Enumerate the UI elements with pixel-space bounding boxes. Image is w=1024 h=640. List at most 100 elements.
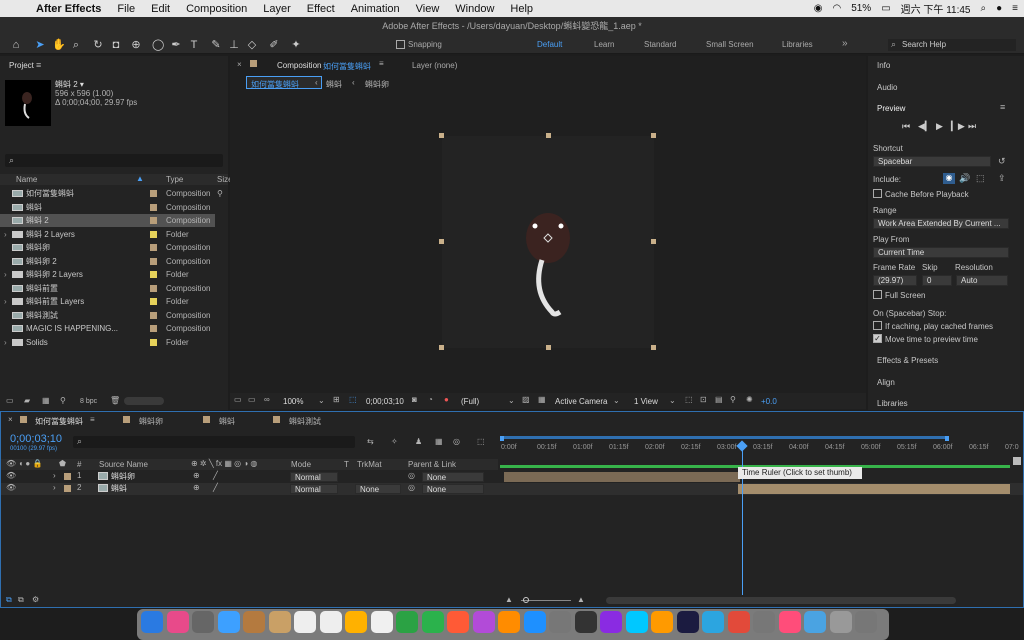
label-swatch[interactable] [150,257,157,265]
layer-duration-bar[interactable] [738,484,1010,494]
snapping-checkbox[interactable] [396,40,405,49]
dock-app-icon[interactable] [217,611,240,633]
expand-icon[interactable]: › [4,295,7,308]
dock-app-icon[interactable] [192,611,214,633]
menu-app[interactable]: After Effects [28,3,109,15]
dock-app-icon[interactable] [166,611,189,633]
handle-ml[interactable] [439,239,444,244]
skip-select[interactable]: 0 [922,275,952,286]
shy-icon[interactable]: ♟ [415,437,422,446]
timeline-tab-3[interactable]: 蝌蚪 [219,416,235,427]
close-tab-icon[interactable]: × [8,415,13,424]
include-video-icon[interactable]: ◉ [943,173,955,184]
dock-app-icon[interactable] [243,611,265,633]
resolution-select[interactable]: Auto [956,275,1008,286]
workspace-learn[interactable]: Learn [594,40,614,49]
collapse-switch-icon[interactable]: ⊕ [193,471,200,480]
project-item[interactable]: 蝌蚪測試 Composition [0,309,215,322]
eye-icon[interactable]: 👁 [6,483,16,492]
last-frame-icon[interactable]: ⏭ [968,121,976,132]
dock-app-icon[interactable] [778,611,801,633]
motion-blur-icon[interactable]: ◎ [453,437,460,446]
selection-tool-icon[interactable]: ➤ [34,39,46,51]
clock[interactable]: 週六 下午 11:45 [901,1,971,16]
grid-overlay-icon[interactable]: ▦ [538,395,546,404]
mask-icon[interactable]: ∞ [264,395,270,404]
pen-tool-icon[interactable]: ✒ [170,39,182,51]
handle-mr[interactable] [651,239,656,244]
label-swatch[interactable] [64,473,71,480]
hand-tool-icon[interactable]: ✋ [52,39,66,51]
mode-select[interactable]: Normal [290,484,338,494]
project-item[interactable]: 蝌蚪卵 2 Composition [0,255,215,268]
resolution-select[interactable]: (Full) [461,397,479,406]
align-tab[interactable]: Align [877,378,895,387]
rotate-tool-icon[interactable]: ↻ [92,39,104,51]
parent-select[interactable]: None [422,472,484,482]
brush-tool-icon[interactable]: ✎ [210,39,222,51]
timeline-tab-2[interactable]: 蝌蚪卵 [139,416,163,427]
dock-app-icon[interactable] [345,611,367,633]
comp-timecode[interactable]: 0;00;03;10 [366,397,404,406]
close-tab-icon[interactable]: × [237,60,242,69]
menu-composition[interactable]: Composition [178,3,255,15]
siri-icon[interactable]: ● [996,3,1002,14]
transparency-icon[interactable]: ▨ [522,395,530,404]
if-caching-checkbox[interactable] [873,321,882,330]
dock-app-icon[interactable] [676,611,699,633]
pick-whip-icon[interactable]: ◎ [408,483,415,492]
expand-icon[interactable]: › [4,268,7,281]
project-item[interactable]: 蝌蚪前置 Composition [0,282,215,295]
flowchart-icon[interactable]: ⚲ [60,396,66,405]
label-swatch[interactable] [150,217,157,224]
exposure-icon[interactable]: ✺ [746,395,753,404]
always-preview-icon[interactable]: ▭ [234,395,242,404]
graph-editor-icon[interactable]: ⬚ [477,437,485,446]
more-workspaces-icon[interactable]: » [842,38,848,49]
status-icon[interactable]: ◉ [814,3,823,14]
flowchart-icon[interactable]: ⚲ [217,187,223,200]
cache-checkbox[interactable] [873,189,882,198]
dock-app-icon[interactable] [447,611,469,633]
expand-icon[interactable]: › [53,471,56,480]
eye-icon[interactable]: 👁 [6,471,16,480]
menu-help[interactable]: Help [502,3,541,15]
battery-icon[interactable]: ▭ [881,3,890,14]
col-type[interactable]: Type [166,175,183,184]
comp-tab-name[interactable]: 如何當隻蝌蚪 [323,61,371,72]
timeline-scrollbar[interactable] [606,597,956,604]
dock-app-icon[interactable] [472,611,495,633]
handle-br[interactable] [651,345,656,350]
shortcut-select[interactable]: Spacebar [873,156,991,167]
effects-presets-tab[interactable]: Effects & Presets [877,356,938,365]
dock-app-icon[interactable] [600,611,622,633]
comp-menu-icon[interactable]: ≡ [379,59,384,68]
thumbnail-slider[interactable] [124,397,164,405]
dock-app-icon[interactable] [574,611,597,633]
dock-app-icon[interactable] [421,611,444,633]
menu-edit[interactable]: Edit [143,3,178,15]
handle-bc[interactable] [546,345,551,350]
handle-tc[interactable] [546,133,551,138]
include-audio-icon[interactable]: 🔊 [959,173,970,184]
menu-animation[interactable]: Animation [343,3,408,15]
tadpole-layer-icon[interactable] [442,136,654,348]
prev-frame-icon[interactable]: ◀▎ [918,121,932,132]
expand-icon[interactable]: › [4,336,7,349]
type-tool-icon[interactable]: T [188,39,200,51]
reset-icon[interactable]: ↺ [998,156,1006,167]
show-snapshot-icon[interactable]: ◔ [428,395,433,404]
trkmat-select[interactable]: None [355,484,401,494]
menu-window[interactable]: Window [447,3,502,15]
project-item[interactable]: MAGIC IS HAPPENING... Composition [0,322,215,335]
timeline-icon[interactable]: ▤ [715,395,723,404]
handle-tr[interactable] [651,133,656,138]
project-item[interactable]: › 蝌蚪卵 2 Layers Folder [0,268,215,281]
quality-switch-icon[interactable]: ╱ [213,483,218,492]
layer-switches-icon[interactable]: ⧉ [6,595,12,605]
home-icon[interactable]: ⌂ [10,39,22,51]
dock-app-icon[interactable] [625,611,648,633]
project-search-input[interactable]: ⌕ [5,154,223,167]
camera-select[interactable]: Active Camera [555,397,607,406]
dock-app-icon[interactable] [319,611,342,633]
